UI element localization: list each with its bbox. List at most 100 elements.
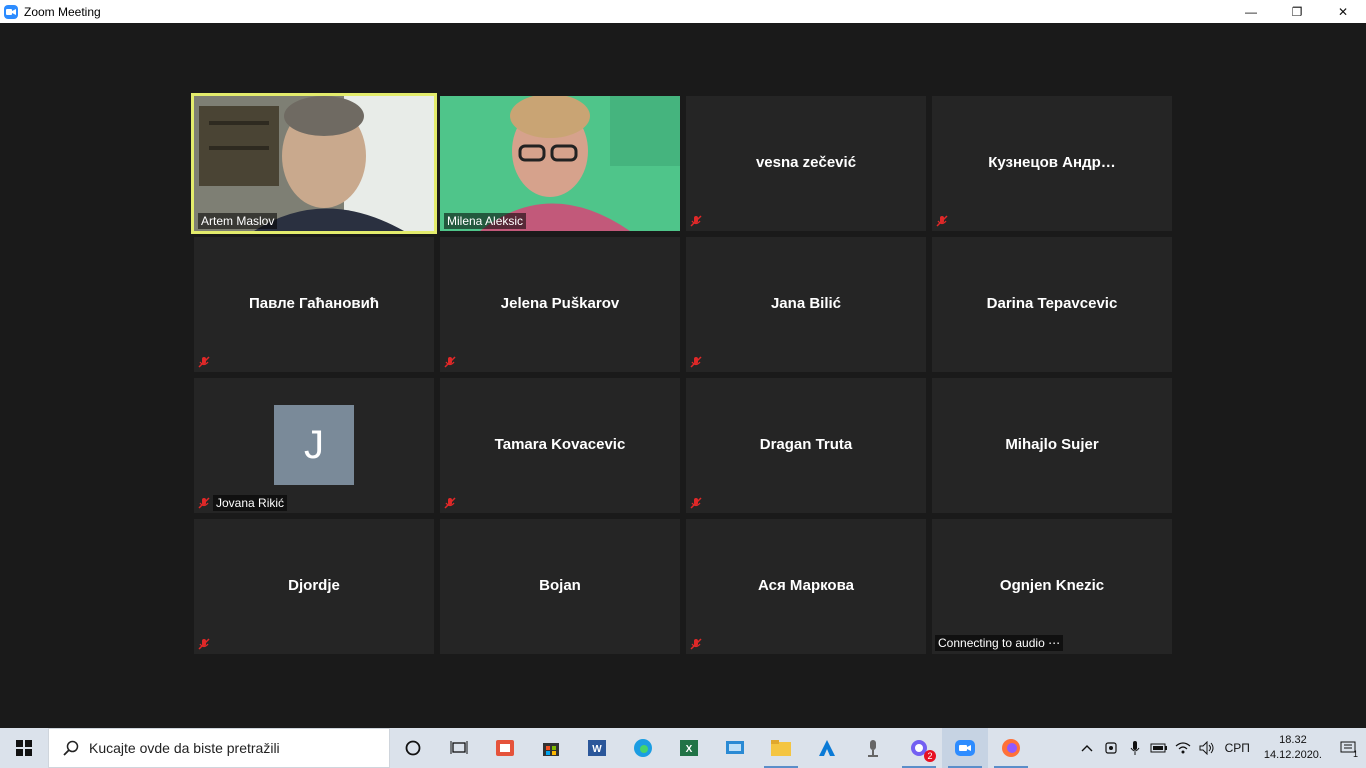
- speaker-icon: [1199, 741, 1214, 755]
- taskbar-app-remote-desktop[interactable]: [712, 728, 758, 768]
- firefox-icon: [1002, 739, 1020, 757]
- participant-name: Кузнецов Андр…: [988, 154, 1116, 171]
- participant-tile[interactable]: Ognjen Knezic Connecting to audio ⋯: [932, 519, 1172, 654]
- tray-clock[interactable]: 18.32 14.12.2020.: [1264, 733, 1322, 763]
- participant-tile[interactable]: Ася Маркова: [686, 519, 926, 654]
- taskbar-app-file-explorer[interactable]: [758, 728, 804, 768]
- excel-icon: X: [680, 740, 698, 756]
- participant-tile[interactable]: Jana Bilić: [686, 237, 926, 372]
- taskbar-app-edge[interactable]: [620, 728, 666, 768]
- window-titlebar: Zoom Meeting — ❐ ✕: [0, 0, 1366, 23]
- taskbar-app-store[interactable]: [528, 728, 574, 768]
- tray-microphone-button[interactable]: [1123, 728, 1147, 768]
- folder-icon: [771, 740, 791, 756]
- chevron-up-icon: [1081, 745, 1093, 752]
- participant-name: Bojan: [539, 577, 581, 594]
- show-hidden-icons-button[interactable]: [1075, 728, 1099, 768]
- participant-tile[interactable]: Dragan Truta: [686, 378, 926, 513]
- taskbar-app-word[interactable]: W: [574, 728, 620, 768]
- camera-icon: [1104, 742, 1117, 754]
- taskbar-app-office[interactable]: [482, 728, 528, 768]
- clock-date: 14.12.2020.: [1263, 749, 1322, 761]
- muted-mic-icon: [198, 356, 210, 368]
- close-icon: ✕: [1337, 4, 1349, 19]
- input-language[interactable]: СРП: [1225, 741, 1250, 755]
- participant-tile[interactable]: Mihajlo Sujer: [932, 378, 1172, 513]
- zoom-app-icon: [4, 4, 18, 19]
- windows-logo-icon: [16, 740, 32, 756]
- window-title: Zoom Meeting: [24, 4, 101, 19]
- participant-tile-video[interactable]: Milena Aleksic: [440, 96, 680, 231]
- participant-tile[interactable]: Djordje: [194, 519, 434, 654]
- window-controls: — ❐ ✕: [1228, 0, 1366, 23]
- participant-tile[interactable]: J Jovana Rikić: [194, 378, 434, 513]
- participant-name: Milena Aleksic: [444, 213, 527, 229]
- zoom-icon: [955, 740, 975, 756]
- muted-mic-icon: [936, 215, 948, 227]
- muted-mic-icon: [198, 638, 210, 650]
- svg-text:X: X: [686, 744, 693, 755]
- tray-volume-button[interactable]: [1195, 728, 1219, 768]
- participant-name: vesna zečević: [755, 154, 857, 171]
- minimize-icon: —: [1245, 4, 1257, 19]
- taskbar-app-viber[interactable]: 2: [896, 728, 942, 768]
- battery-icon: [1150, 743, 1167, 753]
- tray-network-button[interactable]: [1171, 728, 1195, 768]
- tray-camera-button[interactable]: [1099, 728, 1123, 768]
- taskbar-app-blue[interactable]: [804, 728, 850, 768]
- start-button[interactable]: [0, 728, 48, 768]
- maximize-button[interactable]: ❐: [1274, 0, 1320, 23]
- minimize-button[interactable]: —: [1228, 0, 1274, 23]
- participant-tile[interactable]: Jelena Puškarov: [440, 237, 680, 372]
- participant-tile[interactable]: Павле Гаћановић: [194, 237, 434, 372]
- system-tray: СРП 18.32 14.12.2020. 1: [1075, 728, 1366, 768]
- participant-name: Ася Маркова: [758, 577, 854, 594]
- participant-video-milena: [440, 96, 680, 231]
- clock-time: 18.32: [1279, 734, 1307, 746]
- svg-text:W: W: [592, 744, 602, 755]
- viber-unread-badge: 2: [924, 750, 936, 762]
- microphone-app-icon: [868, 740, 878, 757]
- participant-name: Jana Bilić: [770, 295, 842, 312]
- muted-mic-icon: [690, 638, 702, 650]
- taskbar-search-box[interactable]: Kucajte ovde da biste pretražili: [48, 728, 390, 768]
- participant-avatar: J: [274, 405, 354, 485]
- close-button[interactable]: ✕: [1320, 0, 1366, 23]
- cortana-circle-icon: [405, 740, 421, 756]
- participant-video-artem: [194, 96, 434, 231]
- taskbar-app-podcast[interactable]: [850, 728, 896, 768]
- muted-mic-icon: [690, 356, 702, 368]
- participant-tile[interactable]: vesna zečević: [686, 96, 926, 231]
- task-view-button[interactable]: [436, 728, 482, 768]
- participant-name: Павле Гаћановић: [249, 295, 379, 312]
- wifi-icon: [1175, 742, 1190, 754]
- office-icon: [496, 740, 514, 756]
- edge-icon: [634, 739, 652, 757]
- participant-name: Tamara Kovacevic: [494, 436, 626, 453]
- video-gallery: Artem Maslov Milena Aleksic vesna zečevi…: [0, 23, 1366, 728]
- participant-tile[interactable]: Кузнецов Андр…: [932, 96, 1172, 231]
- maximize-icon: ❐: [1291, 4, 1303, 19]
- store-icon: [543, 743, 559, 756]
- word-icon: W: [588, 740, 606, 756]
- participant-name: Ognjen Knezic: [999, 577, 1105, 594]
- connecting-audio-status: Connecting to audio ⋯: [935, 635, 1064, 651]
- taskbar-app-firefox[interactable]: [988, 728, 1034, 768]
- taskbar-app-excel[interactable]: X: [666, 728, 712, 768]
- participant-tile-video[interactable]: Artem Maslov: [191, 93, 437, 234]
- participant-name: Artem Maslov: [198, 213, 278, 229]
- windows-taskbar: Kucajte ovde da biste pretražili W X 2 С…: [0, 728, 1366, 768]
- muted-mic-icon: [690, 497, 702, 509]
- muted-mic-icon: [198, 497, 210, 509]
- participant-tile[interactable]: Bojan: [440, 519, 680, 654]
- participant-tile[interactable]: Darina Tepavcevic: [932, 237, 1172, 372]
- participant-name: Dragan Truta: [759, 436, 853, 453]
- tray-battery-button[interactable]: [1147, 728, 1171, 768]
- muted-mic-icon: [444, 356, 456, 368]
- participant-tile[interactable]: Tamara Kovacevic: [440, 378, 680, 513]
- action-center-button[interactable]: 1: [1330, 728, 1366, 768]
- cortana-button[interactable]: [390, 728, 436, 768]
- muted-mic-icon: [444, 497, 456, 509]
- task-view-icon: [450, 741, 468, 754]
- taskbar-app-zoom[interactable]: [942, 728, 988, 768]
